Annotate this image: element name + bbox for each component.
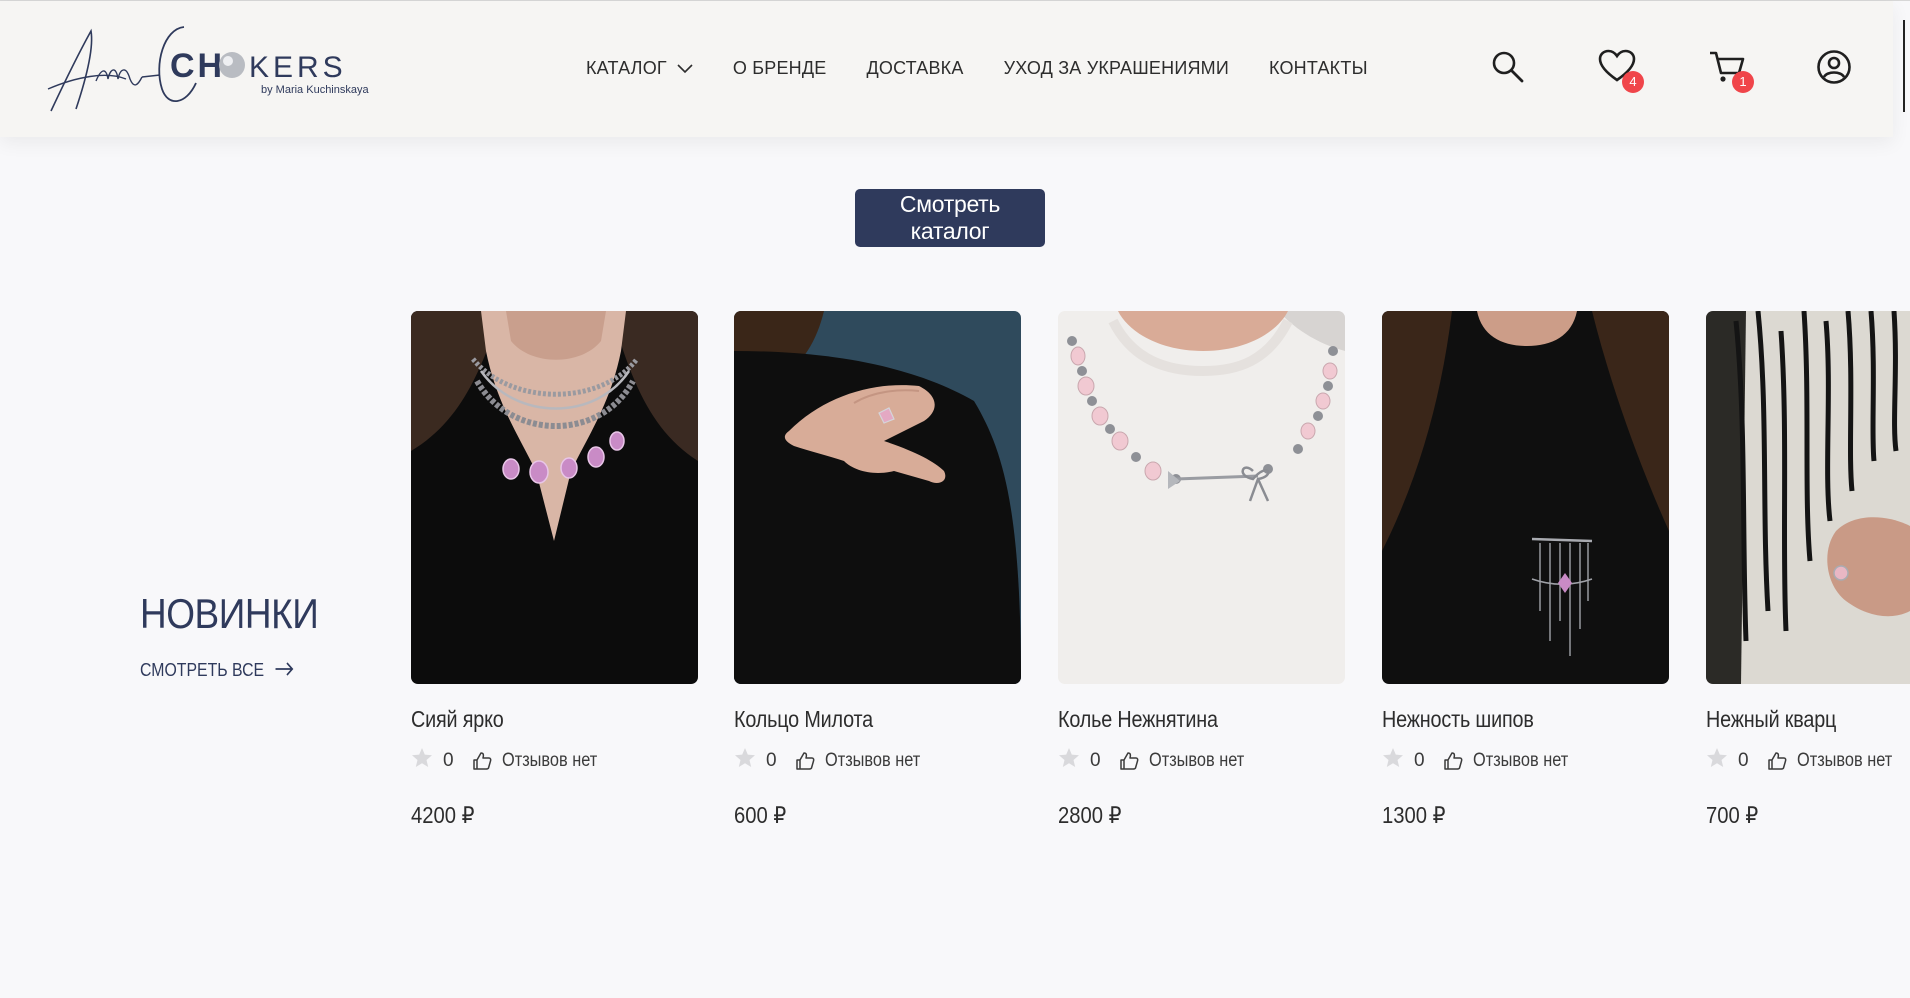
logo-text-rest: KERS [249,51,347,84]
star-icon [734,747,756,774]
product-card[interactable]: Кольцо Милота 0 Отзывов нет 600 ₽ [734,311,1021,829]
thumbs-up-icon [795,751,815,771]
thumbs-up-icon [1119,751,1139,771]
view-catalog-button[interactable]: Смотреть каталог [855,189,1045,247]
nav-item-label: КАТАЛОГ [586,57,667,78]
rating-value: 0 [1090,749,1101,771]
chevron-down-icon [677,58,693,79]
rating-value: 0 [1738,749,1749,771]
rating-value: 0 [443,749,454,771]
product-name[interactable]: Нежный кварц [1706,706,1881,733]
product-image[interactable] [411,311,698,684]
product-image[interactable] [1706,311,1910,684]
cart-button[interactable]: 1 [1708,49,1754,93]
product-card[interactable]: Сияй ярко 0 Отзывов нет 4200 ₽ [411,311,698,829]
nav-item-care[interactable]: УХОД ЗА УКРАШЕНИЯМИ [1004,58,1229,79]
thumbs-up-icon [1767,751,1787,771]
logo-text: CH [170,47,225,85]
see-all-link[interactable]: СМОТРЕТЬ ВСЕ [140,660,294,681]
product-meta: 0 Отзывов нет [734,747,1021,774]
edge-divider [1903,20,1905,112]
product-meta: 0 Отзывов нет [411,747,698,774]
product-card[interactable]: Нежный кварц 0 Отзывов нет 700 ₽ [1706,311,1910,829]
see-all-label: СМОТРЕТЬ ВСЕ [140,660,265,680]
search-icon[interactable] [1490,49,1530,89]
main-nav: КАТАЛОГ О БРЕНДЕ ДОСТАВКА УХОД ЗА УКРАШЕ… [586,53,1408,83]
nav-item-about[interactable]: О БРЕНДЕ [733,58,827,79]
product-name[interactable]: Нежность шипов [1382,706,1629,733]
reviews-count[interactable]: Отзывов нет [1149,750,1244,772]
cart-count-badge: 1 [1732,71,1754,93]
product-name[interactable]: Колье Нежнятина [1058,706,1305,733]
reviews-count[interactable]: Отзывов нет [502,750,597,772]
product-card[interactable]: Колье Нежнятина 0 Отзывов нет 2800 ₽ [1058,311,1345,829]
nav-item-label: КОНТАКТЫ [1269,57,1368,78]
product-price: 2800 ₽ [1058,802,1122,828]
star-icon [1382,747,1404,774]
product-card[interactable]: Нежность шипов 0 Отзывов нет 1300 ₽ [1382,311,1669,829]
product-meta: 0 Отзывов нет [1382,747,1669,774]
product-name[interactable]: Кольцо Милота [734,706,981,733]
site-header: CH KERS by Maria Kuchinskaya КАТАЛОГ О Б… [0,1,1893,137]
product-price: 1300 ₽ [1382,802,1446,828]
wishlist-count-badge: 4 [1622,71,1644,93]
star-icon [1706,747,1728,774]
reviews-count[interactable]: Отзывов нет [1797,750,1892,772]
reviews-count[interactable]: Отзывов нет [1473,750,1568,772]
product-name[interactable]: Сияй ярко [411,706,658,733]
nav-item-label: О БРЕНДЕ [732,57,827,78]
product-image[interactable] [1058,311,1345,684]
product-meta: 0 Отзывов нет [1058,747,1345,774]
star-icon [1058,747,1080,774]
rating-value: 0 [1414,749,1425,771]
product-image[interactable] [1382,311,1669,684]
section-title: НОВИНКИ [140,590,319,637]
logo-subtitle: by Maria Kuchinskaya [261,84,369,96]
product-image[interactable] [734,311,1021,684]
logo-graphic: CH KERS by Maria Kuchinskaya [47,26,369,112]
brand-logo[interactable]: CH KERS by Maria Kuchinskaya [46,19,396,119]
product-meta: 0 Отзывов нет [1706,747,1910,774]
nav-item-contacts[interactable]: КОНТАКТЫ [1269,58,1368,79]
nav-item-delivery[interactable]: ДОСТАВКА [866,58,963,79]
nav-item-label: УХОД ЗА УКРАШЕНИЯМИ [1003,57,1229,78]
thumbs-up-icon [472,751,492,771]
product-price: 600 ₽ [734,802,787,828]
nav-item-catalog[interactable]: КАТАЛОГ [586,58,693,79]
user-icon[interactable] [1816,49,1856,89]
star-icon [411,747,433,774]
reviews-count[interactable]: Отзывов нет [825,750,920,772]
wishlist-button[interactable]: 4 [1598,49,1644,93]
nav-item-label: ДОСТАВКА [866,57,964,78]
arrow-right-icon [275,660,294,681]
thumbs-up-icon [1443,751,1463,771]
product-price: 4200 ₽ [411,802,475,828]
rating-value: 0 [766,749,777,771]
product-price: 700 ₽ [1706,802,1759,828]
